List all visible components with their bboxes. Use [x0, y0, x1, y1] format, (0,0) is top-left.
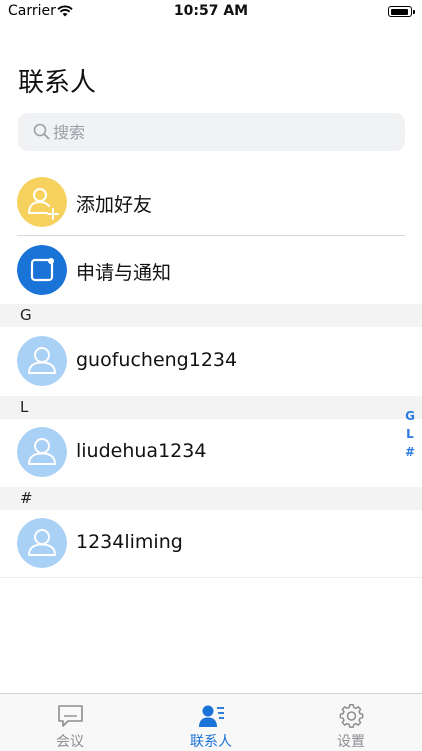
requests-notifications-row[interactable]: 申请与通知: [0, 240, 422, 300]
divider: [0, 577, 422, 578]
add-friend-icon: [17, 177, 67, 227]
divider: [17, 235, 405, 236]
search-bar[interactable]: [18, 113, 405, 151]
chat-bubble-icon: [58, 705, 83, 727]
section-header-g: G: [0, 304, 422, 327]
status-bar: Carrier 10:57 AM: [0, 0, 422, 24]
index-letter-g[interactable]: G: [403, 407, 417, 425]
tab-label: 设置: [337, 734, 365, 750]
section-letter: L: [20, 398, 29, 416]
tab-label: 联系人: [190, 734, 232, 750]
requests-notifications-label: 申请与通知: [76, 262, 172, 284]
tab-bar: 会议 联系人 设置: [0, 693, 422, 751]
search-icon: [33, 123, 50, 140]
contact-name: guofucheng1234: [76, 349, 238, 371]
avatar-placeholder-icon: [17, 518, 67, 568]
index-letter-hash[interactable]: #: [403, 443, 417, 461]
tab-contacts[interactable]: 联系人: [141, 694, 281, 751]
contacts-icon: [199, 705, 224, 727]
section-letter: G: [20, 306, 32, 324]
contact-row[interactable]: 1234liming: [0, 511, 422, 577]
index-letter-l[interactable]: L: [403, 425, 417, 443]
tab-label: 会议: [56, 734, 84, 750]
gear-icon: [339, 703, 364, 728]
contact-name: 1234liming: [76, 531, 183, 553]
avatar-placeholder-icon: [17, 336, 67, 386]
battery-icon: [388, 6, 415, 17]
notification-icon: [17, 245, 67, 295]
section-index-bar[interactable]: G L #: [403, 407, 417, 461]
search-input[interactable]: [53, 113, 373, 151]
status-time: 10:57 AM: [173, 3, 249, 19]
avatar-placeholder-icon: [17, 427, 67, 477]
section-header-hash: #: [0, 487, 422, 510]
section-letter: #: [20, 489, 33, 507]
contact-row[interactable]: guofucheng1234: [0, 328, 422, 394]
contact-row[interactable]: liudehua1234: [0, 420, 422, 484]
contact-name: liudehua1234: [76, 440, 207, 462]
add-friend-row[interactable]: 添加好友: [0, 172, 422, 232]
tab-meetings[interactable]: 会议: [0, 694, 140, 751]
tab-settings[interactable]: 设置: [281, 694, 421, 751]
section-header-l: L: [0, 396, 422, 419]
page-title: 联系人: [18, 68, 97, 98]
add-friend-label: 添加好友: [76, 194, 153, 216]
